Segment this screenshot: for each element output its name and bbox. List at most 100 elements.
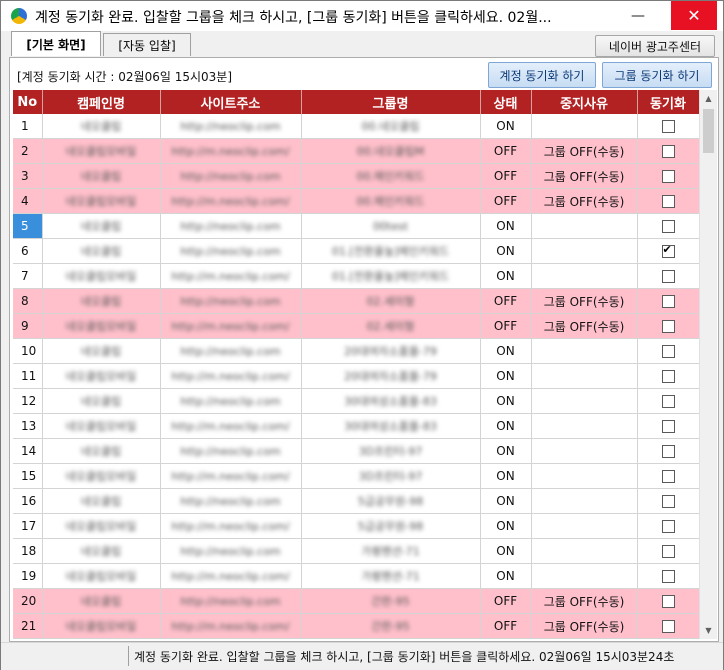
table-row[interactable]: 6 네오클립 http://neoclip.com 01.[전환율높]메인키워드 ON [13,238,700,264]
group-cell[interactable]: 가평펜션-71 [301,538,481,564]
campaign-cell[interactable]: 네오클립모바일 [42,513,161,539]
status-cell[interactable]: ON [480,413,532,439]
status-cell[interactable]: ON [480,488,532,514]
table-row[interactable]: 8 네오클립 http://neoclip.com 02.세미형 OFF 그룹 OFF(수… [13,288,700,314]
table-row[interactable]: 1 네오클립 http://neoclip.com 00.네오클립 ON [13,114,700,139]
table-row[interactable]: 13 네오클립모바일 http://m.neoclip.com/30대여성소품몰-8… [13,413,700,439]
group-cell[interactable]: 30대여성소품몰-83 [301,413,481,439]
scroll-down-icon[interactable]: ▼ [700,622,717,639]
reason-cell[interactable] [531,338,638,364]
row-number[interactable]: 17 [13,513,43,539]
reason-cell[interactable] [531,114,638,139]
site-cell[interactable]: http://neoclip.com [160,114,302,139]
group-cell[interactable]: 20대여자소품몰-79 [301,363,481,389]
row-number[interactable]: 20 [13,588,43,614]
site-cell[interactable]: http://m.neoclip.com/ [160,263,302,289]
reason-cell[interactable] [531,513,638,539]
table-row[interactable]: 12 네오클립 http://neoclip.com 30대여성소품몰-83 ON [13,388,700,414]
table-row[interactable]: 10 네오클립 http://neoclip.com 20대여자소품몰-79 ON [13,338,700,364]
campaign-cell[interactable]: 네오클립모바일 [42,613,161,639]
sync-checkbox[interactable] [661,170,675,183]
status-cell[interactable]: ON [480,388,532,414]
row-number[interactable]: 9 [13,313,43,339]
group-cell[interactable]: 간판-95 [301,588,481,614]
column-header-campaign[interactable]: 캠페인명 [42,90,161,114]
campaign-cell[interactable]: 네오클립모바일 [42,363,161,389]
table-row[interactable]: 11 네오클립모바일 http://m.neoclip.com/20대여자소품몰-7… [13,363,700,389]
row-number[interactable]: 19 [13,563,43,589]
site-cell[interactable]: http://m.neoclip.com/ [160,138,302,164]
group-cell[interactable]: 00.네오클립 [301,114,481,139]
status-cell[interactable]: OFF [480,288,532,314]
group-cell[interactable]: 3D프린터-97 [301,463,481,489]
reason-cell[interactable]: 그룹 OFF(수동) [531,313,638,339]
status-cell[interactable]: ON [480,563,532,589]
row-number[interactable]: 8 [13,288,43,314]
reason-cell[interactable] [531,488,638,514]
group-cell[interactable]: 02.세미형 [301,288,481,314]
title-bar[interactable]: 계정 동기화 완료. 입찰할 그룹을 체크 하시고, [그룹 동기화] 버튼을 … [1,1,723,31]
table-row[interactable]: 21 네오클립모바일 http://m.neoclip.com/간판-95 OFF 그룹… [13,613,700,639]
row-number[interactable]: 2 [13,138,43,164]
campaign-cell[interactable]: 네오클립 [42,588,161,614]
status-cell[interactable]: ON [480,238,532,264]
status-cell[interactable]: ON [480,338,532,364]
reason-cell[interactable] [531,238,638,264]
row-number[interactable]: 15 [13,463,43,489]
site-cell[interactable]: http://m.neoclip.com/ [160,513,302,539]
table-row[interactable]: 16 네오클립 http://neoclip.com 5급공무원-98 ON [13,488,700,514]
reason-cell[interactable] [531,413,638,439]
minimize-button[interactable]: — [621,1,655,30]
row-number[interactable]: 5 [13,213,43,239]
sync-checkbox[interactable] [661,545,675,558]
site-cell[interactable]: http://m.neoclip.com/ [160,463,302,489]
status-cell[interactable]: ON [480,438,532,464]
table-row[interactable]: 19 네오클립모바일 http://m.neoclip.com/가평펜션-71 ON [13,563,700,589]
table-row[interactable]: 7 네오클립모바일 http://m.neoclip.com/01.[전환율높]메인… [13,263,700,289]
group-cell[interactable]: 01.[전환율높]메인키워드 [301,263,481,289]
row-number[interactable]: 12 [13,388,43,414]
campaign-cell[interactable]: 네오클립 [42,213,161,239]
column-header-sync[interactable]: 동기화 [637,90,700,114]
sync-checkbox[interactable] [661,243,675,258]
status-cell[interactable]: OFF [480,613,532,639]
campaign-cell[interactable]: 네오클립 [42,163,161,189]
status-cell[interactable]: ON [480,463,532,489]
sync-checkbox[interactable] [661,370,675,383]
group-cell[interactable]: 5급공무원-98 [301,513,481,539]
campaign-cell[interactable]: 네오클립 [42,114,161,139]
table-row[interactable]: 2 네오클립모바일 http://m.neoclip.com/00.네오클립M OFF… [13,138,700,164]
column-header-group[interactable]: 그룹명 [301,90,481,114]
site-cell[interactable]: http://m.neoclip.com/ [160,563,302,589]
status-cell[interactable]: ON [480,114,532,139]
site-cell[interactable]: http://neoclip.com [160,538,302,564]
row-number[interactable]: 10 [13,338,43,364]
sync-checkbox[interactable] [661,520,675,533]
reason-cell[interactable] [531,463,638,489]
tab-auto-bid[interactable]: [자동 입찰] [103,33,191,56]
sync-checkbox[interactable] [661,445,675,458]
reason-cell[interactable] [531,538,638,564]
reason-cell[interactable]: 그룹 OFF(수동) [531,588,638,614]
reason-cell[interactable] [531,363,638,389]
sync-account-button[interactable]: 계정 동기화 하기 [488,62,596,88]
scroll-up-icon[interactable]: ▲ [700,90,717,107]
row-number[interactable]: 1 [13,114,43,139]
vertical-scrollbar[interactable]: ▲ ▼ [699,90,717,639]
sync-checkbox[interactable] [661,295,675,308]
status-cell[interactable]: ON [480,263,532,289]
table-row[interactable]: 20 네오클립 http://neoclip.com 간판-95 OFF 그룹 OFF(수… [13,588,700,614]
group-cell[interactable]: 20대여자소품몰-79 [301,338,481,364]
site-cell[interactable]: http://m.neoclip.com/ [160,313,302,339]
row-number[interactable]: 3 [13,163,43,189]
status-cell[interactable]: OFF [480,588,532,614]
table-row[interactable]: 5 네오클립 http://neoclip.com 00test ON [13,213,700,239]
campaign-cell[interactable]: 네오클립모바일 [42,313,161,339]
sync-checkbox[interactable] [661,495,675,508]
group-cell[interactable]: 00test [301,213,481,239]
reason-cell[interactable]: 그룹 OFF(수동) [531,288,638,314]
site-cell[interactable]: http://neoclip.com [160,488,302,514]
sync-checkbox[interactable] [661,195,675,208]
group-cell[interactable]: 00.메인키워드 [301,188,481,214]
sync-checkbox[interactable] [661,345,675,358]
